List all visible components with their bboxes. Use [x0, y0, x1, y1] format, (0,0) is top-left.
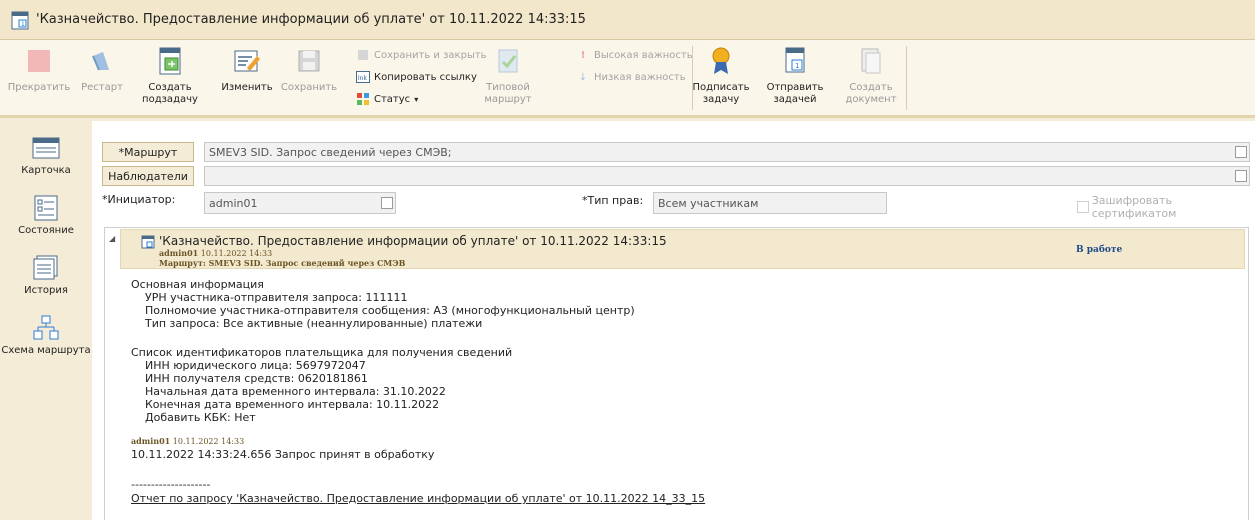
- ribbon-toolbar: Прекратить Рестарт Создать подзадачу Изм…: [0, 40, 1255, 118]
- section-heading: Основная информация: [131, 278, 264, 291]
- encrypt-checkbox[interactable]: Зашифровать сертификатом: [1077, 194, 1255, 220]
- history-icon: [33, 255, 58, 280]
- main-panel: *Маршрут SMEV3 SID. Запрос сведений чере…: [92, 121, 1255, 520]
- sign-task-button[interactable]: Подписать задачу: [693, 46, 749, 106]
- svg-text:1: 1: [21, 21, 25, 28]
- create-subtask-icon: [156, 46, 184, 76]
- nav-state[interactable]: Состояние: [0, 195, 92, 236]
- info-line: ИНН юридического лица: 5697972047: [145, 359, 366, 372]
- task-title: 'Казначейство. Предоставление информации…: [159, 234, 667, 248]
- initiator-field[interactable]: admin01: [204, 192, 396, 214]
- restart-icon: [88, 46, 116, 76]
- status-dropdown[interactable]: Статус ▾: [356, 92, 418, 106]
- info-line: УРН участника-отправителя запроса: 11111…: [145, 291, 408, 304]
- route-field[interactable]: SMEV3 SID. Запрос сведений через СМЭВ;: [204, 142, 1250, 162]
- chevron-down-icon: ▾: [414, 94, 419, 104]
- send-task-button[interactable]: 1 Отправить задачей: [767, 46, 823, 106]
- state-icon: [34, 195, 58, 221]
- comment-meta: admin01 10.11.2022 14:33: [131, 436, 245, 446]
- create-subtask-button[interactable]: Создать подзадачу: [140, 46, 200, 106]
- task-author-line: admin01 10.11.2022 14:33: [159, 248, 273, 258]
- link-icon: lnk: [356, 70, 370, 84]
- copy-link-button[interactable]: lnk Копировать ссылку: [356, 70, 477, 84]
- checkbox-box[interactable]: [1077, 201, 1089, 213]
- high-importance-button[interactable]: ! Высокая важность: [576, 48, 693, 62]
- info-line: ИНН получателя средств: 0620181861: [145, 372, 368, 385]
- task-history-panel: ◢ 'Казначейство. Предоставление информац…: [104, 227, 1249, 520]
- edit-button[interactable]: Изменить: [221, 46, 273, 94]
- save-close-button[interactable]: Сохранить и закрыть: [356, 48, 487, 62]
- field-picker-icon[interactable]: [1235, 170, 1247, 182]
- status-icon: [356, 92, 370, 106]
- info-line: Добавить КБК: Нет: [145, 411, 256, 424]
- info-line: Начальная дата временного интервала: 31.…: [145, 385, 446, 398]
- save-close-icon: [356, 48, 370, 62]
- task-icon: 1: [11, 11, 29, 29]
- save-button[interactable]: Сохранить: [281, 46, 337, 94]
- task-route-line: Маршрут: SMEV3 SID. Запрос сведений чере…: [159, 258, 406, 268]
- window-titlebar: 1 'Казначейство. Предоставление информац…: [0, 0, 1255, 40]
- field-picker-icon[interactable]: [1235, 146, 1247, 158]
- stop-button[interactable]: Прекратить: [8, 46, 70, 94]
- left-nav: Карточка Состояние История Схема маршрут…: [0, 121, 92, 520]
- info-line: Полномочие участника-отправителя сообщен…: [145, 304, 635, 317]
- comment-text: 10.11.2022 14:33:24.656 Запрос принят в …: [131, 448, 435, 461]
- info-line: Конечная дата временного интервала: 10.1…: [145, 398, 440, 411]
- window-title: 'Казначейство. Предоставление информации…: [36, 12, 586, 27]
- info-line: Тип запроса: Все активные (неаннулирован…: [145, 317, 483, 330]
- route-button[interactable]: *Маршрут: [102, 142, 194, 162]
- restart-button[interactable]: Рестарт: [81, 46, 123, 94]
- send-task-icon: 1: [781, 46, 809, 76]
- separator-line: --------------------: [131, 478, 211, 491]
- observers-button[interactable]: Наблюдатели: [102, 166, 194, 186]
- observers-field[interactable]: [204, 166, 1250, 186]
- rights-field[interactable]: Всем участникам: [653, 192, 887, 214]
- card-icon: [32, 137, 60, 159]
- route-scheme-icon: [33, 315, 59, 340]
- document-icon: [857, 46, 885, 76]
- status-badge: В работе: [1076, 245, 1123, 255]
- svg-text:lnk: lnk: [358, 75, 367, 82]
- report-link[interactable]: Отчет по запросу 'Казначейство. Предоста…: [131, 492, 705, 505]
- ribbon-separator: [906, 46, 907, 110]
- medal-icon: [707, 46, 735, 76]
- collapse-triangle-icon[interactable]: ◢: [109, 234, 115, 243]
- save-icon: [295, 46, 323, 76]
- ribbon-separator: [692, 46, 693, 110]
- low-importance-button[interactable]: ↓ Низкая важность: [576, 70, 686, 84]
- task-header: 'Казначейство. Предоставление информации…: [120, 229, 1245, 269]
- svg-text:1: 1: [795, 62, 799, 70]
- ellipsis-icon[interactable]: [381, 197, 393, 209]
- stop-icon: [25, 46, 53, 76]
- exclamation-icon: !: [580, 49, 586, 61]
- nav-route-scheme[interactable]: Схема маршрута: [0, 315, 92, 356]
- edit-icon: [233, 46, 261, 76]
- nav-history[interactable]: История: [0, 255, 92, 296]
- create-document-button[interactable]: Создать документ: [845, 46, 897, 106]
- typical-route-icon: [494, 46, 522, 76]
- nav-card[interactable]: Карточка: [0, 135, 92, 176]
- task-icon: [141, 235, 155, 249]
- initiator-label: *Инициатор:: [102, 193, 176, 206]
- arrow-down-icon: ↓: [578, 71, 588, 83]
- rights-label: *Тип прав:: [582, 194, 644, 207]
- section-heading: Список идентификаторов плательщика для п…: [131, 346, 513, 359]
- typical-route-button[interactable]: Типовой маршрут: [484, 46, 532, 106]
